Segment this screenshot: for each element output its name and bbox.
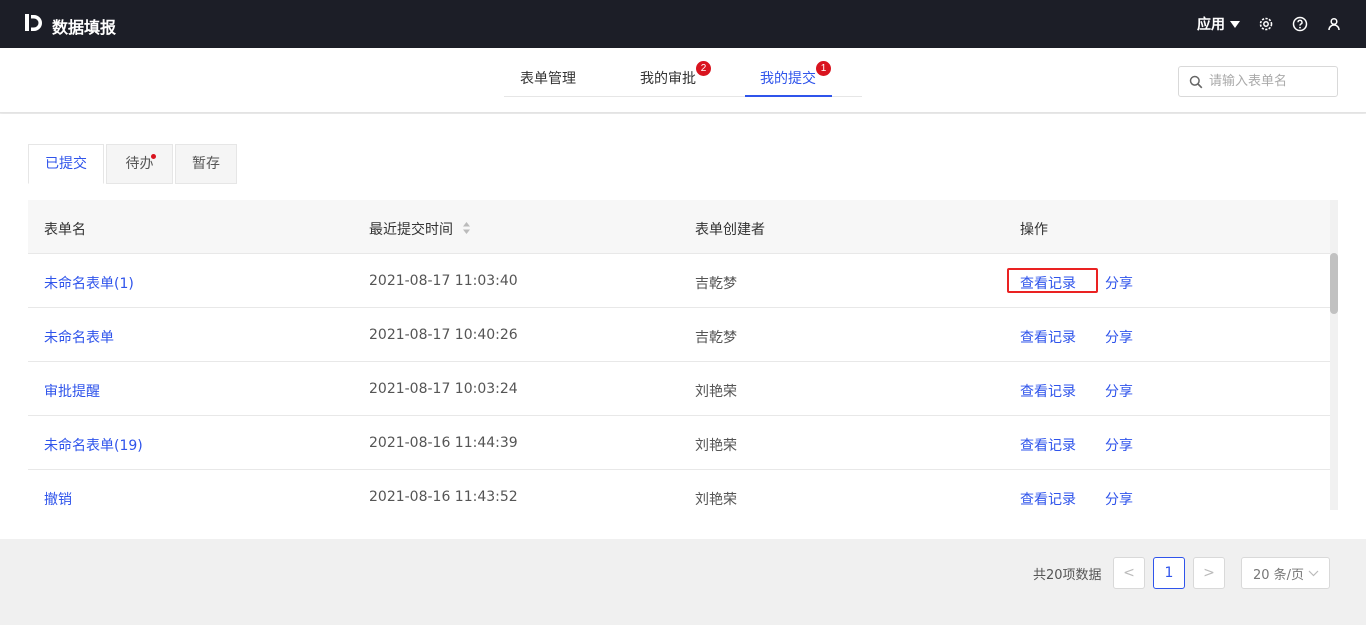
tab-my-approvals[interactable]: 我的审批 [640,68,696,88]
tab-todo[interactable]: 待办 [106,144,173,184]
tab-label: 我的提交 [760,71,816,87]
logo-icon[interactable] [24,13,44,33]
chevron-left-icon: < [1123,565,1135,581]
prev-page-button[interactable]: < [1113,557,1145,589]
column-header-label: 最近提交时间 [369,222,453,238]
active-tab-indicator [745,95,832,97]
share-link[interactable]: 分享 [1105,273,1133,293]
creator-name: 刘艳荣 [695,384,737,400]
tab-drafts[interactable]: 暂存 [175,144,237,184]
tab-submitted[interactable]: 已提交 [28,144,104,184]
form-name-link[interactable]: 未命名表单(19) [44,435,143,455]
table-row: 未命名表单(1) 2021-08-17 11:03:40 吉乾梦 查看记录 分享 [28,254,1330,308]
help-icon[interactable] [1292,16,1308,32]
search-box[interactable] [1178,66,1338,97]
settings-icon[interactable] [1258,16,1274,32]
share-link[interactable]: 分享 [1105,381,1133,401]
apps-menu[interactable]: 应用 [1197,14,1240,34]
search-input[interactable] [1209,71,1333,92]
form-name-link[interactable]: 未命名表单 [44,327,114,347]
apps-menu-label: 应用 [1197,17,1225,33]
table-row: 未命名表单 2021-08-17 10:40:26 吉乾梦 查看记录 分享 [28,308,1330,362]
scrollbar-track[interactable] [1330,200,1338,510]
search-icon [1189,75,1203,89]
chevron-down-icon [1308,566,1319,581]
submit-time: 2021-08-16 11:44:39 [369,435,518,451]
nav-tabs: 表单管理 我的审批 2 我的提交 1 [504,48,862,97]
page-number: 1 [1164,565,1174,581]
page-size-value: 20 条/页 [1253,567,1305,583]
view-records-link[interactable]: 查看记录 [1020,273,1076,293]
submit-time: 2021-08-17 10:03:24 [369,381,518,397]
tab-form-management[interactable]: 表单管理 [520,68,576,88]
page-size-select[interactable]: 20 条/页 [1241,557,1330,589]
total-count: 共20项数据 [1033,568,1102,583]
top-bar: 数据填报 应用 [0,0,1366,48]
form-name-link[interactable]: 审批提醒 [44,381,100,401]
secondary-nav: 表单管理 我的审批 2 我的提交 1 [0,48,1366,113]
tab-label: 表单管理 [520,71,576,87]
submit-time: 2021-08-17 10:40:26 [369,327,518,343]
share-link[interactable]: 分享 [1105,435,1133,455]
view-records-link[interactable]: 查看记录 [1020,435,1076,455]
view-records-link[interactable]: 查看记录 [1020,327,1076,347]
submissions-count-badge: 1 [816,61,831,76]
column-header-submit-time[interactable]: 最近提交时间 [369,219,470,239]
tab-label: 已提交 [45,156,87,172]
todo-dot-badge [151,154,156,159]
app-title: 数据填报 [52,18,117,37]
view-records-link[interactable]: 查看记录 [1020,381,1076,401]
submissions-table: 表单名 最近提交时间 表单创建者 操作 未命名表单(1) 2021-08-17 … [28,200,1330,509]
user-icon[interactable] [1326,16,1342,32]
tab-label: 待办 [125,156,154,172]
submit-time: 2021-08-17 11:03:40 [369,273,518,289]
table-header: 表单名 最近提交时间 表单创建者 操作 [28,200,1330,254]
share-link[interactable]: 分享 [1105,489,1133,509]
pagination-bar: 共20项数据 < 1 > 20 条/页 [0,539,1366,625]
scrollbar-thumb[interactable] [1330,253,1338,314]
tab-label: 我的审批 [640,71,696,87]
submit-time: 2021-08-16 11:43:52 [369,489,518,505]
caret-down-icon [1230,20,1240,28]
form-name-link[interactable]: 撤销 [44,489,72,509]
column-header-form-name: 表单名 [44,222,86,238]
page-button-current[interactable]: 1 [1153,557,1185,589]
creator-name: 吉乾梦 [695,330,737,346]
next-page-button[interactable]: > [1193,557,1225,589]
main-content: 已提交 待办 暂存 表单名 最近提交时间 表单创建者 操作 未命名表单(1) 2… [0,114,1366,539]
table-row: 未命名表单(19) 2021-08-16 11:44:39 刘艳荣 查看记录 分… [28,416,1330,470]
creator-name: 刘艳荣 [695,492,737,508]
table-row: 审批提醒 2021-08-17 10:03:24 刘艳荣 查看记录 分享 [28,362,1330,416]
form-name-link[interactable]: 未命名表单(1) [44,273,134,293]
tab-my-submissions[interactable]: 我的提交 [760,68,816,88]
view-records-link[interactable]: 查看记录 [1020,489,1076,509]
column-header-creator: 表单创建者 [695,222,765,238]
creator-name: 吉乾梦 [695,276,737,292]
tab-label: 暂存 [192,156,220,172]
sort-icon[interactable] [462,221,471,235]
chevron-right-icon: > [1203,565,1215,581]
approvals-count-badge: 2 [696,61,711,76]
creator-name: 刘艳荣 [695,438,737,454]
column-header-actions: 操作 [1020,222,1048,238]
share-link[interactable]: 分享 [1105,327,1133,347]
table-row: 撤销 2021-08-16 11:43:52 刘艳荣 查看记录 分享 [28,470,1330,509]
